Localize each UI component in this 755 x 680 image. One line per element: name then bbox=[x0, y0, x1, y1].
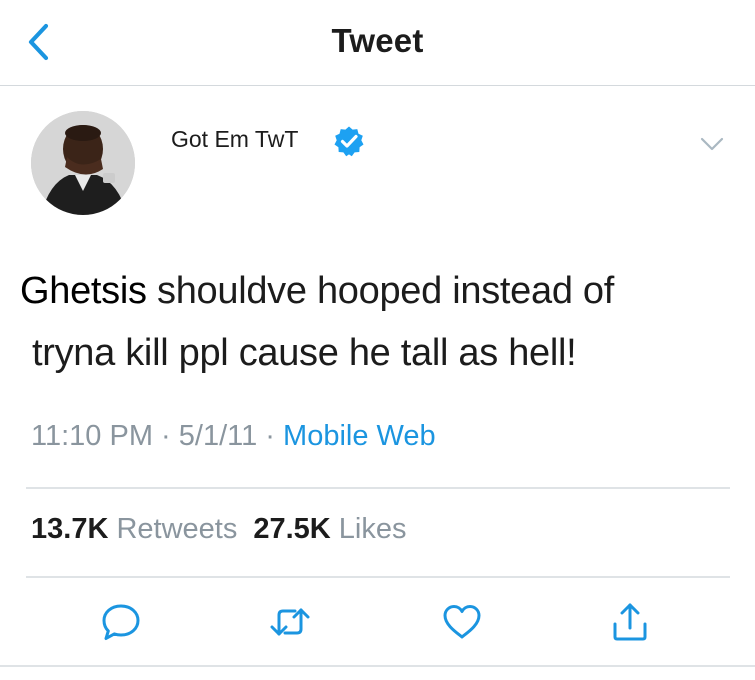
share-button[interactable] bbox=[608, 600, 652, 644]
avatar[interactable] bbox=[31, 111, 135, 215]
meta-separator: · bbox=[152, 420, 179, 452]
tweet-text: Ghetsis shouldve hooped instead of tryna… bbox=[20, 260, 720, 384]
reply-icon bbox=[102, 604, 140, 640]
tweet-options-button[interactable] bbox=[698, 133, 726, 155]
page-title: Tweet bbox=[331, 22, 424, 59]
like-button[interactable] bbox=[440, 600, 484, 644]
avatar-photo bbox=[31, 111, 135, 215]
tweet-text-line-2: tryna kill ppl cause he tall as hell! bbox=[32, 332, 577, 374]
retweet-icon bbox=[270, 608, 310, 636]
share-icon bbox=[613, 603, 647, 641]
caret-down-icon bbox=[700, 137, 724, 151]
tweet-date: 5/1/11 bbox=[178, 420, 258, 452]
tweet-source-link[interactable]: Mobile Web bbox=[283, 420, 436, 452]
retweets-label: Retweets bbox=[116, 513, 238, 545]
likes-label: Likes bbox=[338, 513, 407, 545]
retweet-button[interactable] bbox=[268, 600, 312, 644]
divider bbox=[26, 576, 730, 578]
retweets-stat[interactable]: 13.7K Retweets bbox=[31, 513, 237, 545]
like-icon bbox=[443, 605, 481, 639]
tweet-metadata: 11:10 PM · 5/1/11 · Mobile Web bbox=[31, 420, 436, 453]
meta-separator: · bbox=[257, 420, 284, 452]
engagement-stats: 13.7K Retweets 27.5K Likes bbox=[31, 513, 407, 546]
verified-badge-icon bbox=[334, 126, 364, 157]
likes-stat[interactable]: 27.5K Likes bbox=[253, 513, 406, 545]
divider bbox=[0, 665, 755, 667]
tweet-text-line-1-rest: shouldve hooped instead of bbox=[146, 270, 615, 312]
author-display-name[interactable]: Got Em TwT bbox=[171, 126, 298, 153]
tweet-time: 11:10 PM bbox=[31, 420, 153, 452]
header-bar: Tweet bbox=[0, 0, 755, 86]
tweet-text-highlight: Ghetsis bbox=[20, 270, 147, 312]
tweet-text-line-1: Ghetsis shouldve hooped instead of bbox=[20, 260, 720, 322]
retweets-count: 13.7K bbox=[31, 513, 109, 545]
reply-button[interactable] bbox=[99, 600, 143, 644]
divider bbox=[26, 487, 730, 489]
likes-count: 27.5K bbox=[253, 513, 331, 545]
